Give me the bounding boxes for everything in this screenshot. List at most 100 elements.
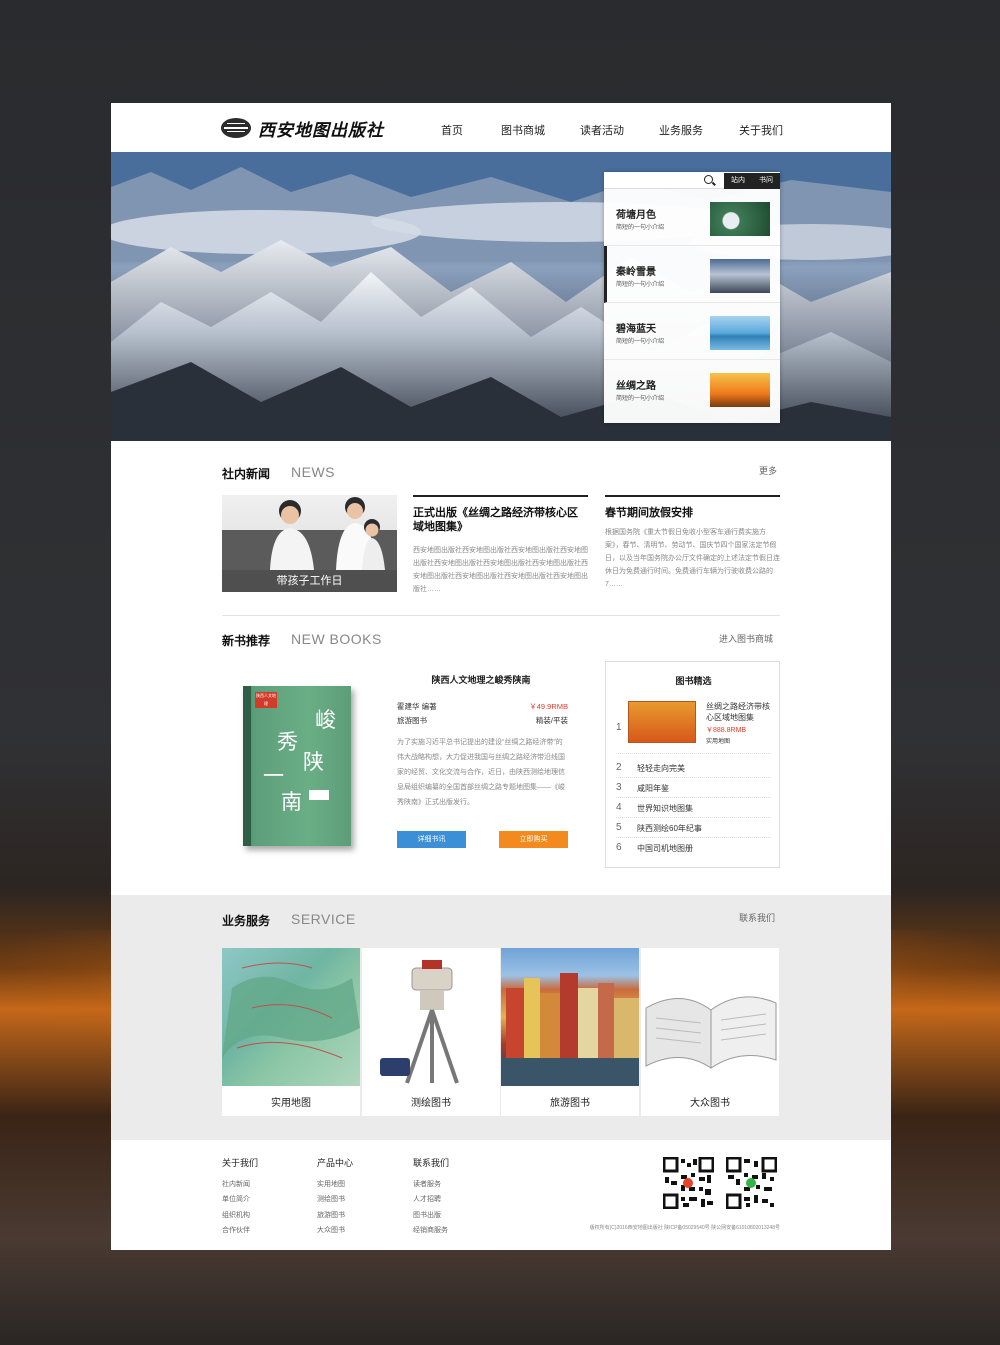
news-article-title[interactable]: 春节期间放假安排 xyxy=(605,506,780,520)
open-book-icon xyxy=(645,996,777,1069)
pick-list-item[interactable]: 6 中国司机地图册 xyxy=(616,838,771,858)
footer-heading-contact: 联系我们 xyxy=(413,1158,450,1168)
footer-link[interactable]: 旅游图书 xyxy=(317,1210,345,1220)
services-heading-en: SERVICE xyxy=(291,911,356,927)
nav-about[interactable]: 关于我们 xyxy=(739,122,783,138)
pick-list-item[interactable]: 2 轻轻走向完美 xyxy=(616,758,771,778)
nav-bookstore[interactable]: 图书商城 xyxy=(501,122,545,138)
hero-item-title: 荷塘月色 xyxy=(616,210,656,221)
hero-item-4[interactable]: 丝绸之路 简短的一句小介绍 xyxy=(604,360,780,417)
footer-link[interactable]: 合作伙伴 xyxy=(222,1225,250,1235)
travel-image xyxy=(501,948,639,1086)
service-label: 实用地图 xyxy=(271,1098,311,1109)
hero-item-desc: 简短的一句小介绍 xyxy=(616,282,665,288)
news-article-title[interactable]: 正式出版《丝绸之路经济带核心区域地图集》 xyxy=(413,506,588,534)
footer-link[interactable]: 图书出版 xyxy=(413,1210,441,1220)
book-cover[interactable]: 陕西人文地理 峻 秀 陕 一 南 xyxy=(243,686,351,846)
books-heading-en: NEW BOOKS xyxy=(291,631,382,647)
pick-number: 6 xyxy=(616,842,622,853)
book-detail-button[interactable]: 详细书讯 xyxy=(397,831,466,848)
hero-item-desc: 简短的一句小介绍 xyxy=(616,396,665,402)
pick-list-item[interactable]: 5 陕西测绘60年纪事 xyxy=(616,818,771,838)
search-tab-books[interactable]: 书问 xyxy=(752,173,780,189)
header: 西安地图出版社 首页 图书商城 读者活动 业务服务 关于我们 xyxy=(111,103,891,152)
search-tab-site[interactable]: 站内 xyxy=(724,173,752,189)
pick-title: 中国司机地图册 xyxy=(637,844,693,853)
search-icon[interactable] xyxy=(704,175,713,184)
news-article-text: 根据国务院《重大节假日免收小型客车通行费实施方案》，春节、清明节、劳动节、国庆节… xyxy=(605,529,780,588)
snow-mountain-thumbnail xyxy=(710,259,770,293)
cover-char: 峻 xyxy=(315,708,336,732)
globe-logo-icon xyxy=(221,118,251,138)
cover-char: 陕 xyxy=(303,750,324,774)
contact-us-link[interactable]: 联系我们 xyxy=(739,911,775,924)
map-image xyxy=(222,948,360,1086)
pick-list-item[interactable]: 4 世界知识地图集 xyxy=(616,798,771,818)
pick-title: 世界知识地图集 xyxy=(637,804,693,813)
news-article-2[interactable]: 春节期间放假安排 根据国务院《重大节假日免收小型客车通行费实施方案》，春节、清明… xyxy=(605,495,780,591)
books-more-link[interactable]: 进入图书商城 xyxy=(719,632,773,645)
service-card-maps[interactable]: 实用地图 xyxy=(222,948,360,1116)
footer-link[interactable]: 实用地图 xyxy=(317,1179,345,1189)
hero-item-2[interactable]: 秦岭雪景 简短的一句小介绍 xyxy=(604,246,780,303)
tripod-icon xyxy=(380,960,459,1084)
footer-link[interactable]: 社内新闻 xyxy=(222,1179,250,1189)
pick-number: 3 xyxy=(616,782,622,793)
feature-book-price: ￥49.9RMB xyxy=(529,702,568,711)
weibo-qr-code-icon xyxy=(662,1156,715,1210)
feature-book-name[interactable]: 陕西人文地理之峻秀陕南 xyxy=(391,673,571,686)
hero-item-desc: 简短的一句小介绍 xyxy=(616,225,665,231)
book-badge: 陕西人文地理 xyxy=(255,692,277,708)
cover-char: 秀 xyxy=(277,730,298,754)
book-picks-panel: 图书精选 1 丝绸之路经济带核心区域地图集 ￥888.8RMB 实用地图 2 轻轻… xyxy=(605,661,780,868)
footer-link[interactable]: 单位简介 xyxy=(222,1194,250,1204)
footer-link[interactable]: 人才招聘 xyxy=(413,1194,441,1204)
nav-reader-activities[interactable]: 读者活动 xyxy=(580,122,624,138)
service-card-survey[interactable]: 测绘图书 xyxy=(362,948,500,1116)
lotus-thumbnail xyxy=(710,202,770,236)
pick-list-item[interactable]: 3 咸阳年鉴 xyxy=(616,778,771,798)
top-pick-category: 实用地图 xyxy=(706,739,731,745)
book-spine xyxy=(243,686,251,846)
house-icon xyxy=(309,790,329,800)
map-icon xyxy=(222,962,360,1059)
nav-services[interactable]: 业务服务 xyxy=(659,122,703,138)
footer-heading-products: 产品中心 xyxy=(317,1158,354,1168)
survey-image xyxy=(362,948,500,1086)
service-card-travel[interactable]: 旅游图书 xyxy=(501,948,639,1116)
footer-link[interactable]: 测绘图书 xyxy=(317,1194,345,1204)
hero-item-1[interactable]: 荷塘月色 简短的一句小介绍 xyxy=(604,189,780,246)
top-pick-price: ￥888.8RMB xyxy=(706,727,747,734)
hero-item-title: 丝绸之路 xyxy=(616,381,656,392)
pick-title: 咸阳年鉴 xyxy=(637,784,669,793)
general-books-image xyxy=(641,948,779,1086)
feature-book-author: 霍建华 编著 xyxy=(397,702,437,711)
nav-home[interactable]: 首页 xyxy=(441,122,463,138)
pick-title: 轻轻走向完美 xyxy=(637,764,685,773)
feature-book-description: 为了实施习近平总书记提出的建设“丝绸之路经济带”的伟大战略构想，大力促进我国与丝… xyxy=(397,739,565,806)
news-heading: 社内新闻 xyxy=(222,467,271,481)
footer-link[interactable]: 组织机构 xyxy=(222,1210,250,1220)
hero-item-desc: 简短的一句小介绍 xyxy=(616,339,665,345)
news-photo[interactable]: 带孩子工作日 xyxy=(222,495,397,592)
qr-pattern xyxy=(725,1156,778,1210)
buy-now-button[interactable]: 立即购买 xyxy=(499,831,568,848)
search-bar[interactable]: 站内 书问 xyxy=(604,172,780,189)
news-article-1[interactable]: 正式出版《丝绸之路经济带核心区域地图集》 西安地图出版社西安地图出版社西安地图出… xyxy=(413,495,588,596)
feature-book-category: 旅游图书 xyxy=(397,716,427,725)
pick-number: 2 xyxy=(616,762,622,773)
footer-link[interactable]: 读者服务 xyxy=(413,1179,441,1189)
footer-link[interactable]: 大众图书 xyxy=(317,1225,345,1235)
footer-link[interactable]: 经销商服务 xyxy=(413,1225,448,1235)
web-page: 西安地图出版社 首页 图书商城 读者活动 业务服务 关于我们 站内 书问 荷塘月… xyxy=(111,103,891,1250)
footer-heading-about: 关于我们 xyxy=(222,1158,259,1168)
logo[interactable]: 西安地图出版社 xyxy=(221,117,384,141)
service-label: 旅游图书 xyxy=(550,1098,590,1109)
service-card-general[interactable]: 大众图书 xyxy=(641,948,779,1116)
services-heading: 业务服务 xyxy=(222,914,271,928)
pick-title: 陕西测绘60年纪事 xyxy=(637,824,702,833)
top-pick-item[interactable]: 1 丝绸之路经济带核心区域地图集 ￥888.8RMB 实用地图 xyxy=(616,696,771,754)
service-label: 测绘图书 xyxy=(411,1098,451,1109)
hero-item-3[interactable]: 碧海蓝天 简短的一句小介绍 xyxy=(604,303,780,360)
news-more-link[interactable]: 更多 xyxy=(759,464,777,477)
